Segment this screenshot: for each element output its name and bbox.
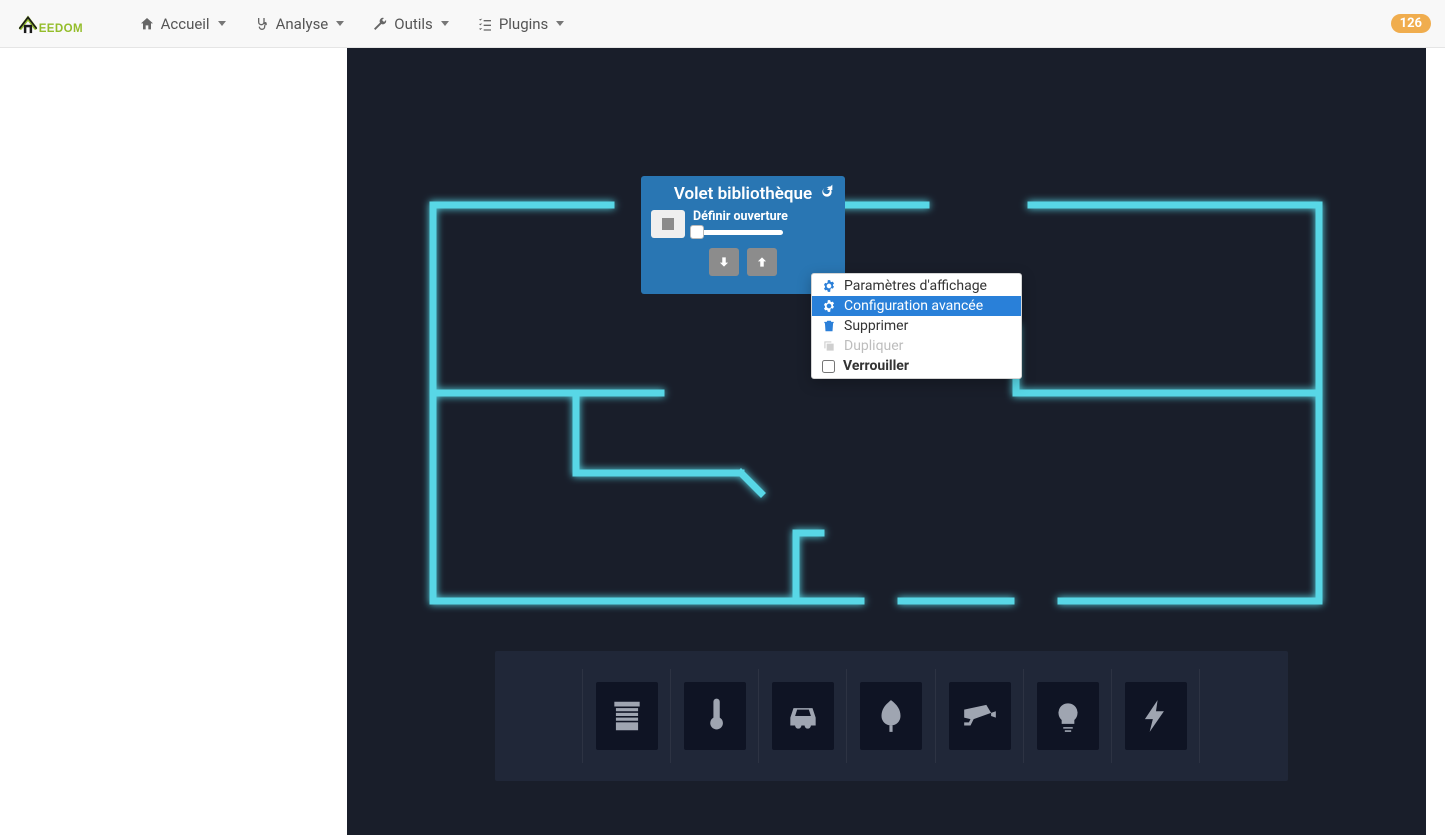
widget-title: Volet bibliothèque xyxy=(674,184,812,204)
tool-tree[interactable] xyxy=(860,682,922,750)
tool-car[interactable] xyxy=(772,682,834,750)
svg-text:EEDOM: EEDOM xyxy=(39,23,83,35)
stop-icon xyxy=(662,218,674,230)
notification-badge[interactable]: 126 xyxy=(1391,14,1431,33)
jeedom-logo-icon: EEDOM xyxy=(14,10,105,38)
caret-icon xyxy=(441,21,449,26)
down-button[interactable] xyxy=(709,248,739,276)
caret-icon xyxy=(336,21,344,26)
gear-icon xyxy=(822,299,836,313)
nav-outils[interactable]: Outils xyxy=(358,0,463,47)
arrow-up-icon xyxy=(755,255,769,269)
stethoscope-icon xyxy=(254,16,270,32)
opening-slider[interactable] xyxy=(693,230,783,235)
refresh-icon[interactable] xyxy=(819,184,835,200)
copy-icon xyxy=(822,339,836,353)
ctx-advanced-config-label: Configuration avancée xyxy=(844,298,983,314)
gears-icon xyxy=(822,279,836,293)
nav-plugins-label: Plugins xyxy=(499,15,548,33)
ctx-lock-label: Verrouiller xyxy=(843,358,909,374)
ctx-duplicate: Dupliquer xyxy=(812,336,1021,356)
shutter-icon xyxy=(608,697,646,735)
ctx-delete[interactable]: Supprimer xyxy=(812,316,1021,336)
thermometer-icon xyxy=(696,697,734,735)
ctx-duplicate-label: Dupliquer xyxy=(844,338,903,354)
tool-thermo[interactable] xyxy=(684,682,746,750)
lock-checkbox[interactable] xyxy=(822,360,835,373)
tool-bolt[interactable] xyxy=(1125,682,1187,750)
ctx-delete-label: Supprimer xyxy=(844,318,908,334)
car-icon xyxy=(784,697,822,735)
tool-light[interactable] xyxy=(1037,682,1099,750)
floorplan xyxy=(421,193,1331,613)
ctx-display-params-label: Paramètres d'affichage xyxy=(844,278,987,294)
list-check-icon xyxy=(477,16,493,32)
caret-icon xyxy=(218,21,226,26)
nav-accueil[interactable]: Accueil xyxy=(125,0,240,47)
up-button[interactable] xyxy=(747,248,777,276)
nav-accueil-label: Accueil xyxy=(161,15,210,33)
brand-logo[interactable]: EEDOM xyxy=(14,10,105,38)
trash-icon xyxy=(822,319,836,333)
toolbar-pad xyxy=(495,651,583,781)
tool-shutter[interactable] xyxy=(596,682,658,750)
slider-label: Définir ouverture xyxy=(693,210,835,224)
lightbulb-icon xyxy=(1049,697,1087,735)
design-canvas[interactable]: Volet bibliothèque Définir ouverture Par… xyxy=(347,48,1426,835)
stop-button[interactable] xyxy=(651,210,685,238)
ctx-advanced-config[interactable]: Configuration avancée xyxy=(812,296,1021,316)
home-icon xyxy=(139,16,155,32)
nav-analyse-label: Analyse xyxy=(276,15,329,33)
nav-analyse[interactable]: Analyse xyxy=(240,0,359,47)
context-menu: Paramètres d'affichage Configuration ava… xyxy=(811,273,1022,379)
arrow-down-icon xyxy=(717,255,731,269)
bottom-toolbar xyxy=(495,651,1288,781)
navbar: EEDOM Accueil Analyse Outils Plugins 126 xyxy=(0,0,1445,48)
ctx-display-params[interactable]: Paramètres d'affichage xyxy=(812,276,1021,296)
wrench-icon xyxy=(372,16,388,32)
cctv-icon xyxy=(961,697,999,735)
nav-plugins[interactable]: Plugins xyxy=(463,0,578,47)
ctx-lock[interactable]: Verrouiller xyxy=(812,356,1021,376)
tree-icon xyxy=(872,697,910,735)
toolbar-pad xyxy=(1200,651,1288,781)
slider-knob[interactable] xyxy=(690,225,704,239)
caret-icon xyxy=(556,21,564,26)
nav-outils-label: Outils xyxy=(394,15,433,33)
tool-camera[interactable] xyxy=(949,682,1011,750)
bolt-icon xyxy=(1137,697,1175,735)
